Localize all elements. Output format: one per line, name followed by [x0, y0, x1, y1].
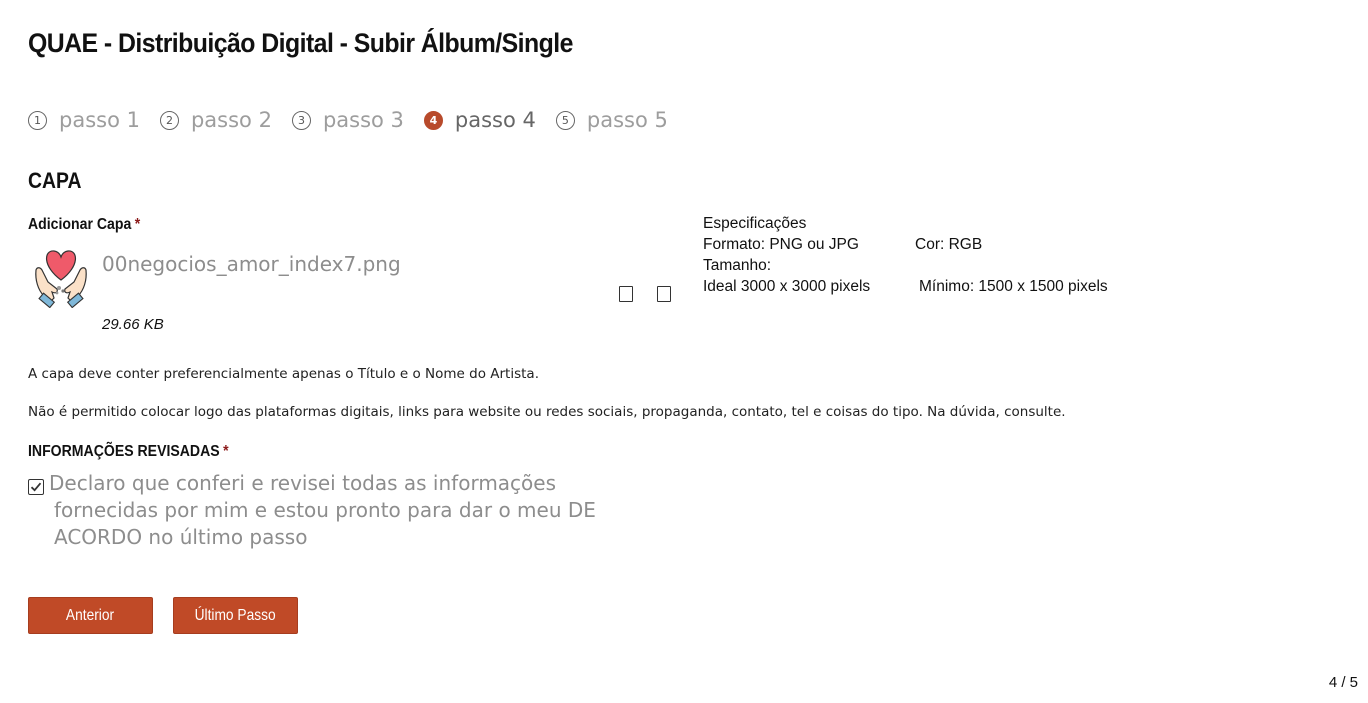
cover-label-text: Adicionar Capa: [28, 216, 132, 233]
review-label-text: INFORMAÇÕES REVISADAS: [28, 443, 220, 460]
edit-icon[interactable]: [619, 286, 633, 302]
spec-format: Formato: PNG ou JPG: [703, 236, 859, 253]
step-number: 5: [555, 110, 575, 130]
heart-hands-icon: [35, 250, 87, 309]
specs-title: Especificações: [703, 215, 807, 232]
spec-minimum: Mínimo: 1500 x 1500 pixels: [919, 278, 1108, 295]
last-step-button-label: Último Passo: [194, 606, 277, 624]
cover-thumbnail: [32, 248, 90, 309]
file-name: 00negocios_amor_index7.png: [102, 252, 401, 276]
spec-size-label: Tamanho:: [703, 257, 772, 274]
step-label: passo 2: [190, 108, 272, 132]
step-label: passo 4: [454, 108, 536, 132]
review-checkbox[interactable]: [28, 479, 44, 495]
last-step-button[interactable]: Último Passo: [173, 597, 298, 634]
delete-icon[interactable]: [657, 286, 671, 302]
step-2[interactable]: 2 passo 2: [159, 108, 272, 132]
step-number: 3: [291, 110, 311, 130]
required-mark: *: [134, 216, 141, 233]
cover-specifications: Especificações Formato: PNG ou JPG Cor: …: [703, 213, 1108, 297]
step-label: passo 1: [59, 108, 140, 132]
file-size: 29.66 KB: [102, 316, 164, 333]
required-mark: *: [223, 443, 229, 460]
checkmark-icon: [30, 482, 42, 492]
review-field-label: INFORMAÇÕES REVISADAS *: [28, 443, 229, 461]
step-label: passo 5: [586, 108, 668, 132]
step-number: 1: [28, 110, 47, 130]
step-4-current[interactable]: 4 passo 4: [423, 108, 536, 132]
page-counter: 4 / 5: [1328, 674, 1358, 691]
step-3[interactable]: 3 passo 3: [291, 108, 404, 132]
cover-note-restrictions: Não é permitido colocar logo das platafo…: [28, 404, 1066, 420]
page-title: QUAE - Distribuição Digital - Subir Álbu…: [28, 28, 573, 58]
review-checkbox-label[interactable]: Declaro que conferi e revisei todas as i…: [49, 470, 629, 551]
previous-button[interactable]: Anterior: [28, 597, 153, 634]
step-label: passo 3: [322, 108, 404, 132]
cover-note-title-artist: A capa deve conter preferencialmente ape…: [28, 366, 539, 382]
step-5[interactable]: 5 passo 5: [555, 108, 668, 132]
step-1[interactable]: 1 passo 1: [28, 108, 140, 132]
spec-ideal: Ideal 3000 x 3000 pixels: [703, 278, 871, 295]
step-indicator: 1 passo 1 2 passo 2 3 passo 3 4 passo 4 …: [28, 106, 688, 134]
section-title-cover: CAPA: [28, 168, 82, 193]
cover-field-label: Adicionar Capa *: [28, 216, 140, 234]
spec-color: Cor: RGB: [915, 236, 983, 253]
previous-button-label: Anterior: [66, 606, 115, 624]
step-number: 2: [159, 110, 179, 130]
step-number: 4: [423, 110, 443, 130]
